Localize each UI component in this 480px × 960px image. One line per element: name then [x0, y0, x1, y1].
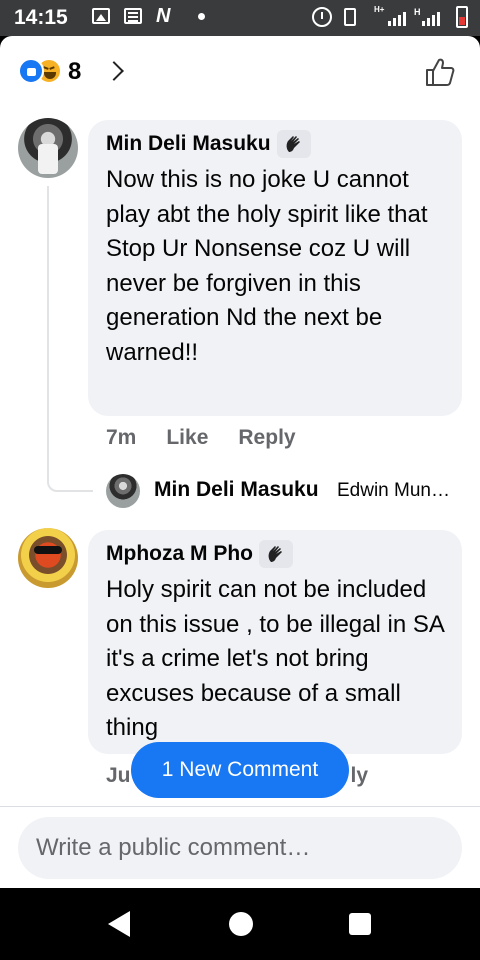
network-type-label: H — [414, 7, 421, 17]
comment-author[interactable]: Min Deli Masuku — [106, 132, 271, 156]
comment-text: Holy spirit can not be included on this … — [106, 576, 444, 741]
avatar[interactable] — [18, 118, 78, 178]
network-type-label: H+ — [374, 5, 385, 14]
system-nav-bar — [0, 888, 480, 960]
n-app-icon: N — [156, 5, 171, 27]
comment-input[interactable]: Write a public comment… — [18, 817, 462, 879]
status-bar: 14:15 N H+ H — [0, 0, 480, 36]
news-icon — [124, 8, 142, 24]
comment-timestamp-partial: Ju — [106, 764, 131, 787]
status-time: 14:15 — [14, 6, 68, 29]
signal-icon — [422, 10, 444, 26]
comment-bubble[interactable]: Mphoza M Pho Holy spirit can not be incl… — [88, 530, 462, 754]
avatar[interactable] — [18, 528, 78, 588]
notification-dot-icon — [198, 13, 205, 20]
avatar[interactable] — [106, 474, 140, 508]
comment-actions: 7m Like Reply — [106, 426, 296, 456]
reply-link-partial[interactable]: ly — [351, 764, 369, 794]
like-link[interactable]: Like — [166, 426, 208, 456]
wave-hand-icon — [258, 540, 293, 568]
alarm-icon — [312, 7, 332, 27]
new-comment-button[interactable]: 1 New Comment — [131, 742, 349, 798]
recent-apps-icon[interactable] — [349, 913, 371, 935]
signal-icon — [388, 10, 410, 26]
battery-low-icon — [456, 6, 468, 28]
reaction-count: 8 — [68, 58, 82, 85]
reply-preview-text[interactable]: Edwin Mun… — [337, 480, 461, 502]
home-icon[interactable] — [229, 912, 253, 936]
comment-composer: Write a public comment… — [0, 806, 480, 888]
like-reaction-icon — [18, 58, 44, 84]
comment-timestamp: 7m — [106, 426, 137, 449]
comment-bubble[interactable]: Min Deli Masuku Now this is no joke U ca… — [88, 120, 462, 416]
comment-author[interactable]: Mphoza M Pho — [106, 542, 253, 566]
like-outline-icon[interactable] — [424, 56, 456, 88]
reply-author[interactable]: Min Deli Masuku — [154, 478, 319, 502]
gallery-icon — [92, 8, 110, 24]
reply-link[interactable]: Reply — [238, 426, 295, 456]
vibrate-icon — [344, 8, 356, 26]
back-icon[interactable] — [108, 911, 130, 937]
wave-hand-icon — [276, 130, 311, 158]
thread-connector — [47, 186, 93, 492]
comment-text: Now this is no joke U cannot play abt th… — [106, 166, 428, 366]
